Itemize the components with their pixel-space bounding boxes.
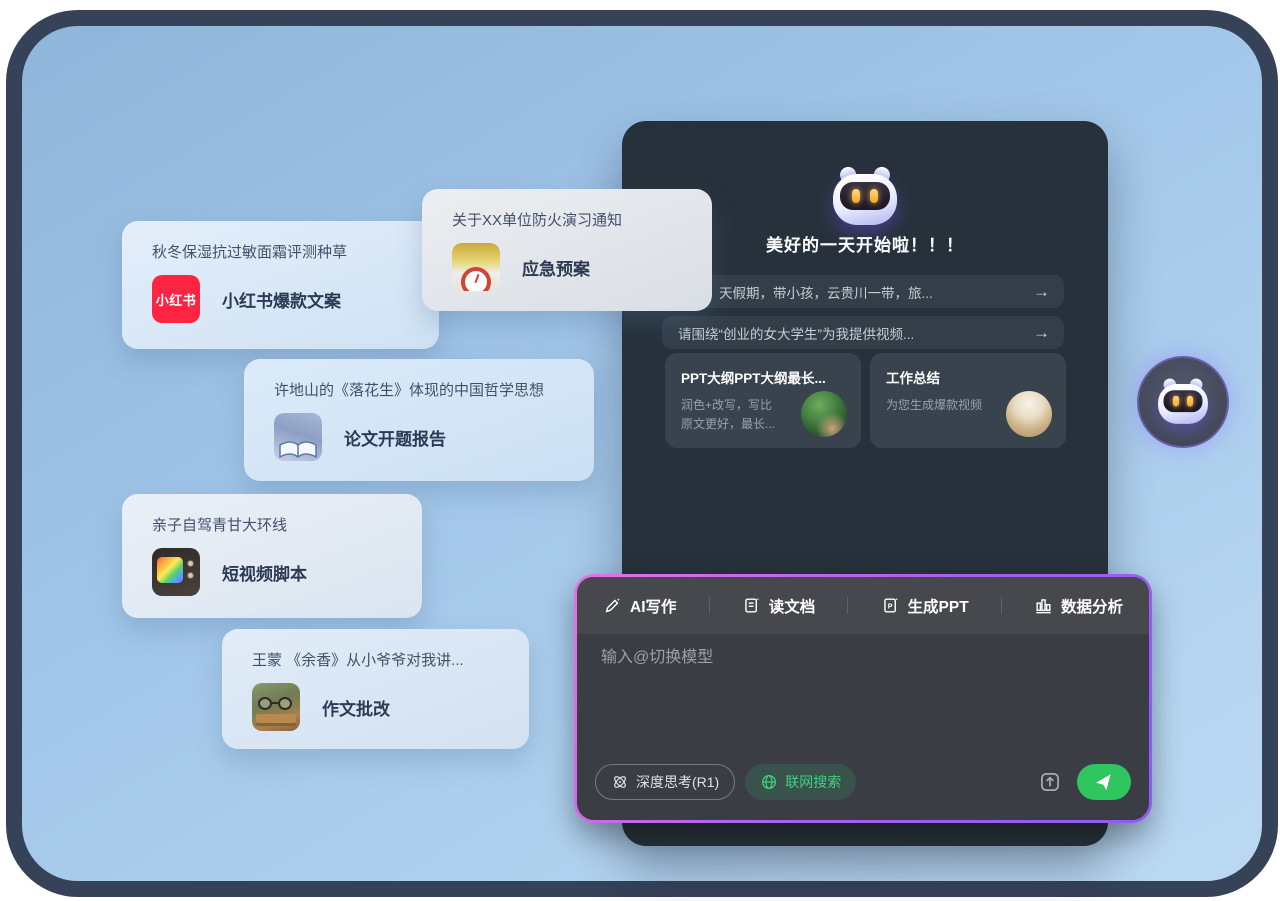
- feature-card-label: 作文批改: [322, 695, 390, 720]
- suggestion-row[interactable]: 天假期，带小孩，云贵川一带，旅... →: [662, 275, 1064, 308]
- prompt-card-ppt-outline[interactable]: PPT大纲PPT大纲最长... 润色+改写，写比 原文更好，最长...: [665, 353, 861, 448]
- baby-avatar: [1006, 391, 1052, 437]
- robot-mascot-icon: [1158, 379, 1208, 426]
- tab-label: 读文档: [769, 595, 816, 617]
- open-book-icon: [274, 413, 322, 461]
- prompt-card-title: 工作总结: [886, 367, 1052, 387]
- prompt-card-title: PPT大纲PPT大纲最长...: [681, 367, 847, 387]
- feature-card-label: 短视频脚本: [222, 560, 307, 585]
- alarm-clock-icon: [452, 243, 500, 291]
- deep-think-toggle[interactable]: 深度思考(R1): [595, 764, 735, 800]
- web-search-toggle[interactable]: 联网搜索: [745, 764, 856, 800]
- globe-icon: [760, 773, 778, 791]
- retro-tv-icon: [152, 548, 200, 596]
- feature-card-label: 小红书爆款文案: [222, 287, 341, 312]
- feature-card-title: 秋冬保湿抗过敏面霜评测种草: [152, 241, 409, 262]
- tab-read-doc[interactable]: 读文档: [742, 595, 816, 617]
- tab-ai-writing[interactable]: AI写作: [603, 595, 677, 617]
- mascot-eye: [852, 189, 860, 203]
- divider: [1001, 597, 1002, 614]
- feature-card-title: 王蒙 《余香》从小爷爷对我讲...: [252, 649, 499, 670]
- ppt-doc-icon: P: [881, 596, 900, 615]
- composer-actions: 深度思考(R1) 联网搜索: [595, 763, 1131, 801]
- feature-card-essay-review[interactable]: 王蒙 《余香》从小爷爷对我讲... 作文批改: [222, 629, 529, 749]
- mascot-face: [1164, 390, 1203, 412]
- glasses-book-icon: [252, 683, 300, 731]
- deep-think-label: 深度思考(R1): [636, 772, 719, 792]
- feature-card-xiaohongshu[interactable]: 秋冬保湿抗过敏面霜评测种草 小红书 小红书爆款文案: [122, 221, 439, 349]
- tab-label: AI写作: [630, 595, 677, 617]
- message-input[interactable]: 输入@切换模型: [601, 643, 1125, 667]
- svg-text:P: P: [887, 602, 892, 610]
- feature-card-emergency-plan[interactable]: 关于XX单位防火演习通知 应急预案: [422, 189, 712, 311]
- prompt-card-work-summary[interactable]: 工作总结 为您生成爆款视频: [870, 353, 1066, 448]
- divider: [847, 597, 848, 614]
- mascot-eye: [870, 189, 878, 203]
- assistant-floating-button[interactable]: [1137, 356, 1229, 448]
- app-frame: 美好的一天开始啦！！！ 天假期，带小孩，云贵川一带，旅... → 请围绕“创业的…: [6, 10, 1278, 897]
- read-doc-icon: [742, 596, 761, 615]
- mascot-face: [840, 182, 890, 210]
- robot-mascot-icon: [833, 167, 897, 227]
- feature-card-label: 论文开题报告: [344, 425, 446, 450]
- composer-panel: AI写作 读文档 P: [574, 574, 1152, 823]
- mascot-eye: [1173, 396, 1179, 407]
- tab-label: 数据分析: [1061, 595, 1123, 617]
- arrow-right-icon[interactable]: →: [1033, 282, 1050, 302]
- suggestion-row[interactable]: 请围绕“创业的女大学生”为我提供视频... →: [662, 316, 1064, 349]
- feature-card-title: 亲子自驾青甘大环线: [152, 514, 392, 535]
- tab-data-analysis[interactable]: 数据分析: [1034, 595, 1123, 617]
- suggestion-text: 请围绕“创业的女大学生”为我提供视频...: [662, 323, 914, 343]
- tab-generate-ppt[interactable]: P 生成PPT: [881, 595, 969, 617]
- upload-button[interactable]: [1033, 765, 1067, 799]
- web-search-label: 联网搜索: [785, 772, 841, 792]
- feature-card-label: 应急预案: [522, 255, 590, 280]
- arrow-right-icon[interactable]: →: [1033, 323, 1050, 343]
- pencil-sparkle-icon: [603, 596, 622, 615]
- plant-avatar: [801, 391, 847, 437]
- feature-card-thesis-proposal[interactable]: 许地山的《落花生》体现的中国哲学思想 论文开题报告: [244, 359, 594, 481]
- bar-chart-icon: [1034, 596, 1053, 615]
- feature-card-short-video-script[interactable]: 亲子自驾青甘大环线 短视频脚本: [122, 494, 422, 618]
- feature-card-title: 许地山的《落花生》体现的中国哲学思想: [274, 379, 564, 400]
- xiaohongshu-icon: 小红书: [152, 275, 200, 323]
- composer-toolbar: AI写作 读文档 P: [577, 577, 1149, 634]
- send-button[interactable]: [1077, 764, 1131, 800]
- divider: [709, 597, 710, 614]
- mascot-eye: [1187, 396, 1193, 407]
- atom-icon: [611, 773, 629, 791]
- feature-card-title: 关于XX单位防火演习通知: [452, 209, 682, 230]
- tab-label: 生成PPT: [908, 595, 969, 617]
